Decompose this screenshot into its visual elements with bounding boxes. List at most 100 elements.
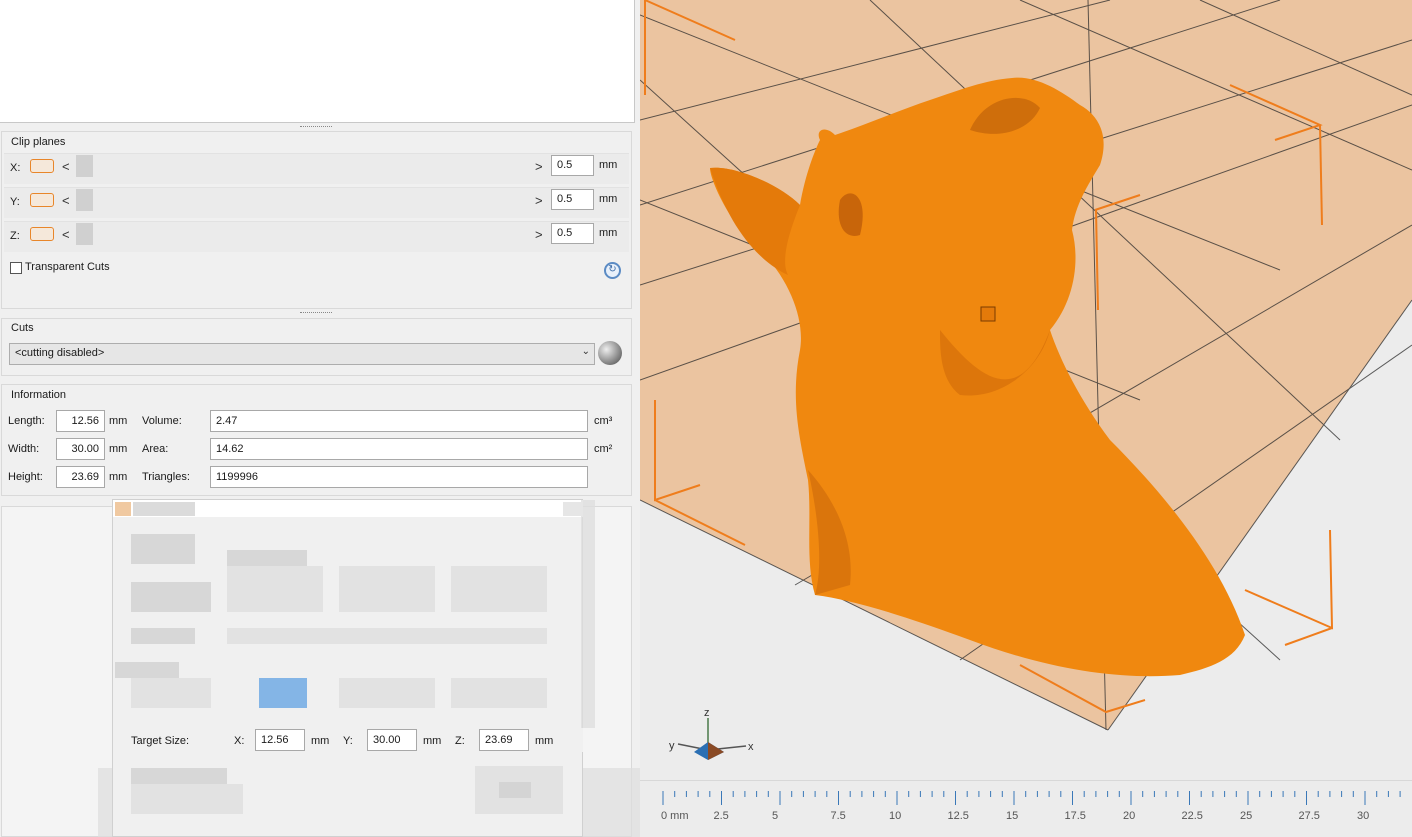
app-icon xyxy=(115,502,131,516)
transparent-cuts-label: Transparent Cuts xyxy=(25,261,110,273)
cut-sphere-icon[interactable] xyxy=(598,341,622,365)
unit-label: mm xyxy=(109,415,128,427)
area-unit: cm² xyxy=(594,443,613,455)
obscured-block xyxy=(131,534,195,564)
obscured-block xyxy=(581,500,595,728)
ruler-label: 30 xyxy=(1357,810,1370,822)
obscured-button[interactable] xyxy=(259,678,307,708)
axis-y-label: y xyxy=(669,740,675,752)
height-label: Height: xyxy=(8,471,43,483)
axis-z-label: z xyxy=(704,707,710,719)
unit-label: mm xyxy=(109,471,128,483)
chevron-down-icon: ⌄ xyxy=(581,346,590,357)
slider-left-arrow[interactable]: < xyxy=(62,227,70,242)
volume-label: Volume: xyxy=(142,415,182,427)
clip-value-x[interactable]: 0.5 xyxy=(551,155,594,176)
obscured-block xyxy=(131,678,211,708)
cuts-title: Cuts xyxy=(11,322,34,334)
axis-label-x: X: xyxy=(10,162,21,174)
obscured-block xyxy=(339,566,435,612)
3d-viewport[interactable]: z y x 0 mm 2.5 5 7.5 10 12.5 15 17.5 20 22.5 25 27.… xyxy=(640,0,1412,837)
splitter-handle[interactable] xyxy=(300,126,332,129)
ruler-ticks xyxy=(662,791,1401,805)
slider-right-arrow[interactable]: > xyxy=(535,159,543,174)
unit-label: mm xyxy=(423,735,442,747)
obscured-block xyxy=(563,502,581,516)
cuts-dropdown[interactable]: <cutting disabled> ⌄ xyxy=(9,343,595,365)
cuts-group: Cuts <cutting disabled> ⌄ xyxy=(1,318,632,376)
unit-label: mm xyxy=(311,735,330,747)
height-value: 23.69 xyxy=(56,466,105,488)
clip-planes-group: Clip planes X: < > 0.5 mm Y: < > 0.5 mm … xyxy=(1,131,632,309)
clip-slider-x[interactable] xyxy=(76,155,93,177)
ruler-label: 17.5 xyxy=(1064,810,1086,822)
clip-toggle-y[interactable] xyxy=(30,193,54,207)
clip-toggle-z[interactable] xyxy=(30,227,54,241)
length-value: 12.56 xyxy=(56,410,105,432)
slider-left-arrow[interactable]: < xyxy=(62,159,70,174)
triangles-value: 1199996 xyxy=(210,466,588,488)
ruler-label: 15 xyxy=(1006,810,1019,822)
obscured-block xyxy=(339,678,435,708)
unit-label: mm xyxy=(535,735,554,747)
clip-slider-y[interactable] xyxy=(76,189,93,211)
target-x-label: X: xyxy=(234,735,245,747)
area-label: Area: xyxy=(142,443,169,455)
ruler-label: 20 xyxy=(1123,810,1136,822)
obscured-block xyxy=(227,550,307,566)
obscured-block xyxy=(131,784,243,814)
transparent-cuts-checkbox[interactable] xyxy=(10,262,22,274)
clip-row-y: Y: < > 0.5 mm xyxy=(4,187,629,218)
clip-row-x: X: < > 0.5 mm xyxy=(4,153,629,184)
obscured-block xyxy=(451,566,547,612)
volume-value: 2.47 xyxy=(210,410,588,432)
clip-toggle-x[interactable] xyxy=(30,159,54,173)
ruler: 0 mm 2.5 5 7.5 10 12.5 15 17.5 20 22.5 25 27.5 30 xyxy=(640,780,1412,837)
target-y-label: Y: xyxy=(343,735,353,747)
ruler-label: 25 xyxy=(1240,810,1253,822)
slider-left-arrow[interactable]: < xyxy=(62,193,70,208)
target-z-label: Z: xyxy=(455,735,465,747)
object-list-area xyxy=(0,0,635,123)
ruler-label: 0 mm xyxy=(661,810,689,822)
obscured-block xyxy=(499,782,531,798)
ruler-label: 2.5 xyxy=(713,810,729,822)
clip-row-z: Z: < > 0.5 mm xyxy=(4,221,629,252)
clip-value-y[interactable]: 0.5 xyxy=(551,189,594,210)
target-size-row: Target Size: X: 12.56 mm Y: 30.00 mm Z: … xyxy=(113,728,583,752)
scale-dialog: Target Size: X: 12.56 mm Y: 30.00 mm Z: … xyxy=(112,499,595,837)
clip-planes-title: Clip planes xyxy=(11,136,66,148)
scene-canvas[interactable]: z y x xyxy=(640,0,1412,780)
unit-label: mm xyxy=(599,227,618,239)
cuts-dropdown-value: <cutting disabled> xyxy=(15,347,105,359)
splitter-handle[interactable] xyxy=(300,312,332,315)
ruler-label: 7.5 xyxy=(830,810,846,822)
unit-label: mm xyxy=(109,443,128,455)
clip-value-z[interactable]: 0.5 xyxy=(551,223,594,244)
ruler-label: 27.5 xyxy=(1298,810,1320,822)
obscured-block xyxy=(115,662,179,678)
obscured-block xyxy=(227,628,547,644)
target-size-label: Target Size: xyxy=(131,735,190,747)
area-value: 14.62 xyxy=(210,438,588,460)
triangles-label: Triangles: xyxy=(142,471,190,483)
clip-slider-z[interactable] xyxy=(76,223,93,245)
ruler-label: 12.5 xyxy=(947,810,969,822)
width-value: 30.00 xyxy=(56,438,105,460)
unit-label: mm xyxy=(599,193,618,205)
target-y-input[interactable]: 30.00 xyxy=(367,729,417,751)
selection-handle[interactable] xyxy=(980,306,996,322)
ruler-label: 10 xyxy=(889,810,902,822)
width-label: Width: xyxy=(8,443,40,455)
ruler-label: 5 xyxy=(772,810,779,822)
target-z-input[interactable]: 23.69 xyxy=(479,729,529,751)
target-x-input[interactable]: 12.56 xyxy=(255,729,305,751)
axis-x-label: x xyxy=(748,741,754,753)
axis-label-z: Z: xyxy=(10,230,20,242)
slider-right-arrow[interactable]: > xyxy=(535,227,543,242)
length-label: Length: xyxy=(8,415,45,427)
information-group: Information Length: 12.56 mm Width: 30.0… xyxy=(1,384,632,496)
slider-right-arrow[interactable]: > xyxy=(535,193,543,208)
reset-icon[interactable]: ↻ xyxy=(604,262,621,279)
obscured-block xyxy=(131,582,211,612)
